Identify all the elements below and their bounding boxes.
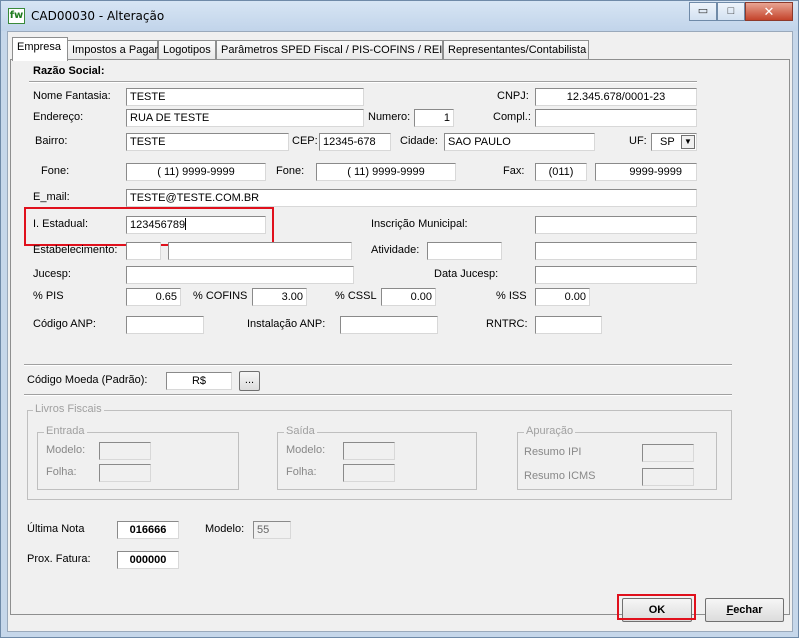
- modelo-input[interactable]: 55: [253, 521, 291, 539]
- data-jucesp-input[interactable]: [535, 266, 697, 284]
- apuracao-title: Apuração: [524, 425, 576, 437]
- compl-label: Compl.:: [493, 111, 531, 123]
- resumo-icms-label: Resumo ICMS: [524, 470, 596, 482]
- uf-dropdown-arrow-icon[interactable]: ▼: [681, 135, 695, 149]
- title-bar[interactable]: fw CAD00030 - Alteração ▭ □ ✕: [1, 1, 798, 31]
- tab-parametros-sped[interactable]: Parâmetros SPED Fiscal / PIS-COFINS / RE…: [216, 40, 457, 60]
- tab-empresa[interactable]: Empresa: [12, 37, 68, 61]
- atividade-input[interactable]: [535, 242, 697, 260]
- minimize-button[interactable]: ▭: [689, 2, 717, 21]
- modelo-label: Modelo:: [205, 523, 245, 535]
- email-input[interactable]: TESTE@TESTE.COM.BR: [126, 189, 697, 207]
- cofins-input[interactable]: 3.00: [252, 288, 307, 306]
- instalacao-anp-label: Instalação ANP:: [247, 318, 326, 330]
- rntrc-label: RNTRC:: [486, 318, 528, 330]
- saida-title: Saída: [284, 425, 317, 437]
- estabelecimento-code-input[interactable]: [126, 242, 161, 260]
- jucesp-label: Jucesp:: [33, 268, 71, 280]
- tab-representantes[interactable]: Representantes/Contabilista: [443, 40, 589, 60]
- fechar-button[interactable]: Fechar: [705, 598, 784, 622]
- entrada-folha-label: Folha:: [46, 466, 77, 478]
- resumo-ipi-label: Resumo IPI: [524, 446, 582, 458]
- cssl-label: % CSSL: [335, 290, 377, 302]
- saida-modelo-input[interactable]: [343, 442, 395, 460]
- fone1-input[interactable]: ( 11) 9999-9999: [126, 163, 266, 181]
- prox-fatura-input[interactable]: 000000: [117, 551, 179, 569]
- highlight-box: [24, 207, 274, 246]
- entrada-folha-input[interactable]: [99, 464, 151, 482]
- entrada-modelo-label: Modelo:: [46, 444, 86, 456]
- divider: [24, 364, 732, 366]
- fax-label: Fax:: [503, 165, 525, 177]
- nome-fantasia-input[interactable]: TESTE: [126, 88, 364, 106]
- instalacao-anp-input[interactable]: [340, 316, 438, 334]
- fone2-label: Fone:: [276, 165, 305, 177]
- cep-label: CEP:: [292, 135, 318, 147]
- cep-input[interactable]: 12345-678: [319, 133, 391, 151]
- rntrc-input[interactable]: [535, 316, 602, 334]
- cofins-label: % COFINS: [193, 290, 248, 302]
- moeda-lookup-button[interactable]: ...: [239, 371, 260, 391]
- codigo-anp-input[interactable]: [126, 316, 204, 334]
- tab-logotipos[interactable]: Logotipos: [158, 40, 216, 60]
- saida-modelo-label: Modelo:: [286, 444, 326, 456]
- nome-fantasia-label: Nome Fantasia:: [33, 90, 111, 102]
- saida-folha-input[interactable]: [343, 464, 395, 482]
- codigo-moeda-label: Código Moeda (Padrão):: [27, 374, 148, 386]
- fone2-input[interactable]: ( 11) 9999-9999: [316, 163, 456, 181]
- ultima-nota-input[interactable]: 016666: [117, 521, 179, 539]
- divider: [24, 394, 732, 396]
- endereco-label: Endereço:: [33, 111, 84, 123]
- bairro-label: Bairro:: [35, 135, 68, 147]
- cnpj-input[interactable]: 12.345.678/0001-23: [535, 88, 697, 106]
- iss-input[interactable]: 0.00: [535, 288, 590, 306]
- estabelecimento-label: Estabelecimento:: [33, 244, 118, 256]
- numero-label: Numero:: [368, 111, 411, 123]
- tab-impostos-a-pagar[interactable]: Impostos a Pagar: [67, 40, 158, 60]
- maximize-button[interactable]: □: [717, 2, 745, 21]
- compl-input[interactable]: [535, 109, 697, 127]
- inscricao-municipal-input[interactable]: [535, 216, 697, 234]
- email-label: E_mail:: [33, 191, 70, 203]
- resumo-ipi-input[interactable]: [642, 444, 694, 462]
- close-button[interactable]: ✕: [745, 2, 793, 21]
- entrada-modelo-input[interactable]: [99, 442, 151, 460]
- prox-fatura-label: Prox. Fatura:: [27, 553, 91, 565]
- jucesp-input[interactable]: [126, 266, 354, 284]
- cidade-label: Cidade:: [400, 135, 438, 147]
- client-area: Empresa Impostos a Pagar Logotipos Parâm…: [7, 31, 793, 632]
- resumo-icms-input[interactable]: [642, 468, 694, 486]
- app-window: fw CAD00030 - Alteração ▭ □ ✕ Empresa Im…: [0, 0, 799, 638]
- fone1-label: Fone:: [41, 165, 70, 177]
- ultima-nota-label: Última Nota: [27, 523, 85, 535]
- atividade-label: Atividade:: [371, 244, 420, 256]
- cnpj-label: CNPJ:: [497, 90, 529, 102]
- fax-ddd-input[interactable]: (011): [535, 163, 587, 181]
- codigo-anp-label: Código ANP:: [33, 318, 96, 330]
- livros-fiscais-title: Livros Fiscais: [33, 403, 104, 415]
- codigo-moeda-input[interactable]: R$: [166, 372, 232, 390]
- estabelecimento-input[interactable]: [168, 242, 352, 260]
- fax-number-input[interactable]: 9999-9999: [595, 163, 697, 181]
- cidade-input[interactable]: SAO PAULO: [444, 133, 595, 151]
- razao-social-label: Razão Social:: [33, 65, 105, 77]
- app-logo-icon: fw: [8, 8, 25, 24]
- pis-label: % PIS: [33, 290, 64, 302]
- data-jucesp-label: Data Jucesp:: [434, 268, 499, 280]
- iss-label: % ISS: [496, 290, 527, 302]
- inscricao-municipal-label: Inscrição Municipal:: [371, 218, 468, 230]
- endereco-input[interactable]: RUA DE TESTE: [126, 109, 364, 127]
- saida-folha-label: Folha:: [286, 466, 317, 478]
- divider: [29, 81, 697, 83]
- cssl-input[interactable]: 0.00: [381, 288, 436, 306]
- numero-input[interactable]: 1: [414, 109, 454, 127]
- uf-label: UF:: [629, 135, 647, 147]
- empresa-panel: Razão Social: Nome Fantasia: TESTE CNPJ:…: [10, 59, 790, 615]
- bairro-input[interactable]: TESTE: [126, 133, 289, 151]
- pis-input[interactable]: 0.65: [126, 288, 181, 306]
- ok-highlight-box: [617, 594, 696, 620]
- entrada-title: Entrada: [44, 425, 87, 437]
- window-title: CAD00030 - Alteração: [31, 9, 165, 23]
- atividade-code-input[interactable]: [427, 242, 502, 260]
